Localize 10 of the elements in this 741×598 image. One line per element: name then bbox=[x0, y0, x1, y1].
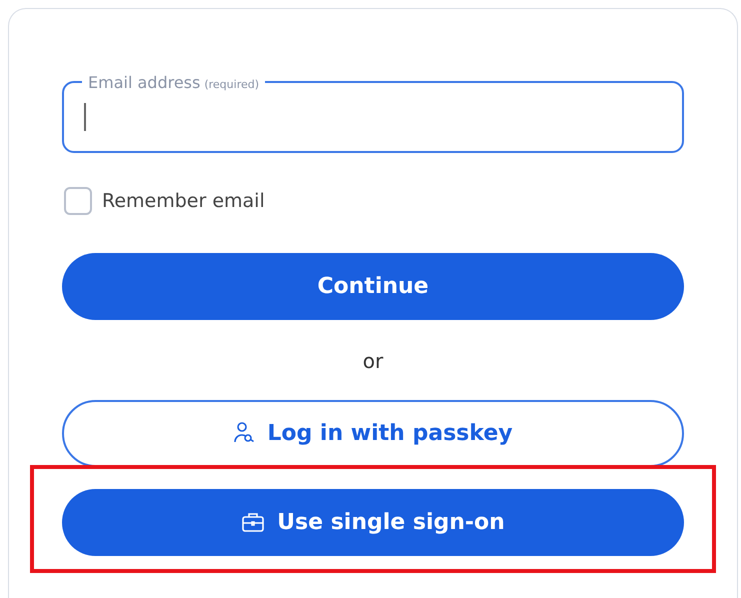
or-divider-text: or bbox=[362, 348, 384, 374]
remember-label: Remember email bbox=[102, 189, 265, 214]
field-hint: (required) bbox=[204, 77, 260, 93]
single-sign-on-button[interactable]: Use single sign-on bbox=[62, 488, 684, 556]
remember-checkbox[interactable] bbox=[64, 187, 92, 216]
continue-button[interactable]: Continue bbox=[62, 252, 684, 320]
briefcase-icon bbox=[241, 511, 266, 533]
passkey-icon bbox=[233, 421, 256, 445]
passkey-login-button[interactable]: Log in with passkey bbox=[62, 400, 684, 466]
field-label: Email address bbox=[88, 72, 200, 94]
